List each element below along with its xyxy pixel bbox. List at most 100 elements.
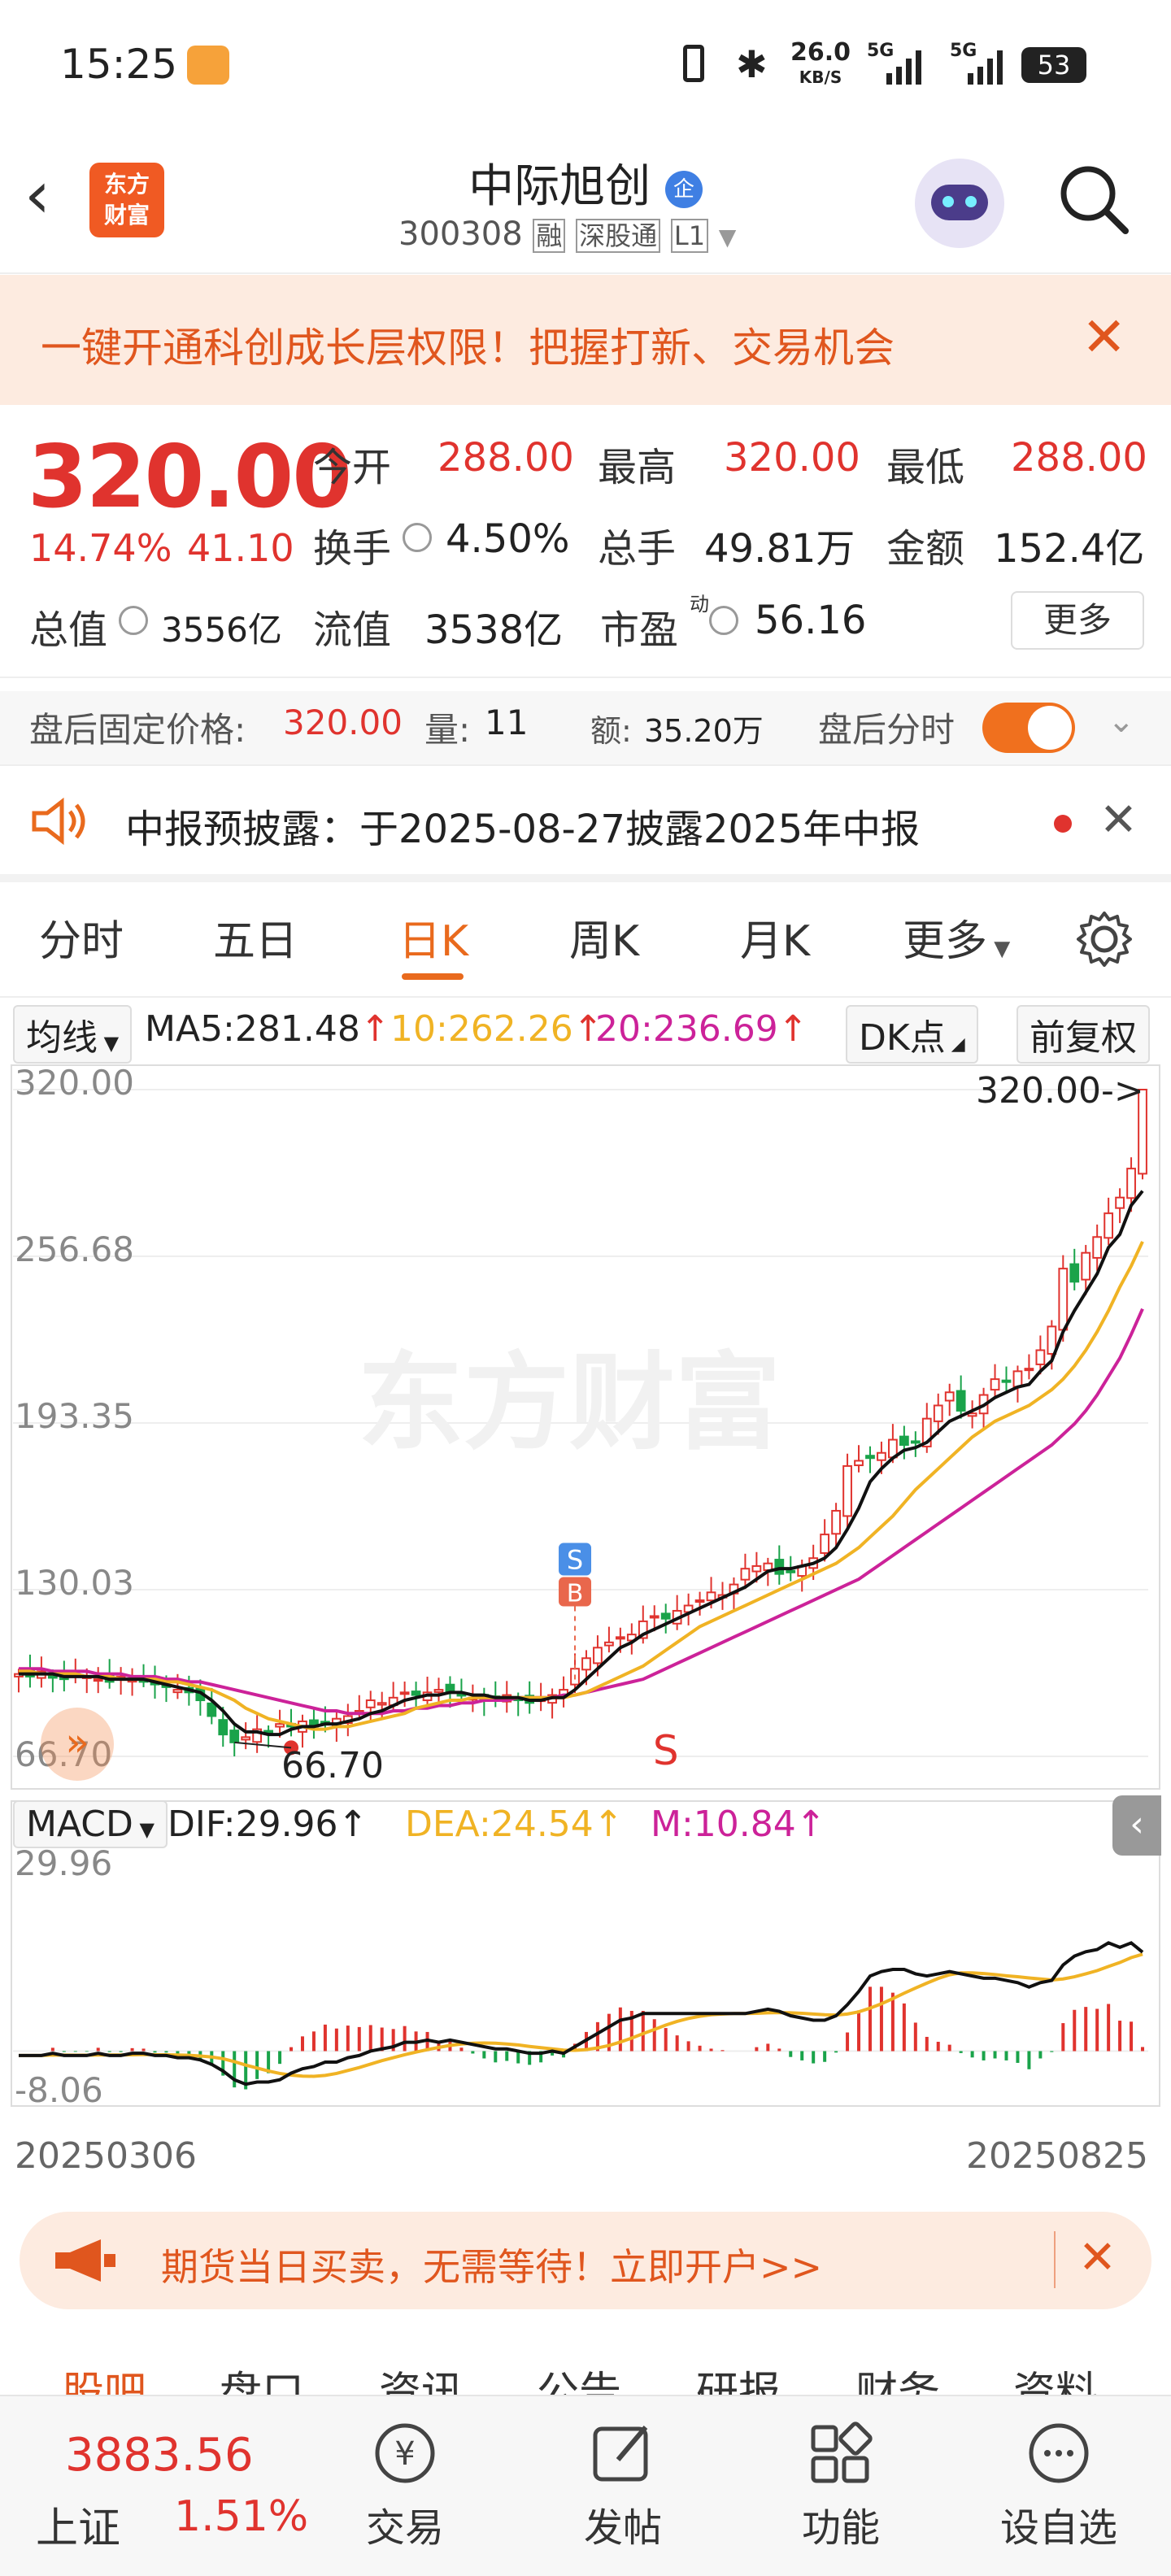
subtab-news[interactable]: 资讯 [379,2358,464,2395]
subtab-finance[interactable]: 财务 [855,2358,940,2395]
subtab-profile[interactable]: 资料 [1013,2358,1098,2395]
y-axis-label: 256.68 [15,1229,134,1269]
speaker-icon [32,797,85,846]
subtab-announcement[interactable]: 公告 [537,2358,621,2395]
candle-body [241,1736,251,1741]
nav-trade[interactable]: ¥ 交易 [324,2421,486,2552]
nav-add-watchlist[interactable]: 设自选 [977,2421,1140,2552]
collapse-panel-icon[interactable]: ‹ [1112,1795,1161,1856]
robot-assistant-icon[interactable] [915,159,1004,248]
pe-sup: 动 [690,593,709,616]
chevron-down-icon[interactable]: ⌄ [1108,703,1135,740]
signal-s-label-2: S [653,1727,679,1774]
info-icon[interactable] [403,523,432,552]
active-tab-indicator [402,973,464,980]
max-price-label: 320.00-> [976,1070,1144,1112]
index-ticker[interactable]: 3883.56 上证 1.51% [0,2396,333,2576]
tab-five-day[interactable]: 五日 [213,907,298,968]
low-label: 最低 [886,445,965,490]
subtab-research[interactable]: 研报 [696,2358,781,2395]
tab-daily-k[interactable]: 日K [398,907,468,968]
more-button[interactable]: 更多 [1011,591,1144,650]
header-divider [0,272,1171,274]
float-value: 3538亿 [424,607,564,653]
tag-level: L1 [670,219,709,253]
search-icon[interactable] [1057,163,1130,236]
dk-point-button[interactable]: DK点 ◢ [846,1005,978,1064]
notice-bar[interactable]: 中报预披露：于2025-08-27披露2025年中报 ✕ [0,772,1171,874]
candle-body [47,1675,58,1679]
candle-body [706,1591,716,1602]
high-value: 320.00 [724,435,860,481]
subtab-guba[interactable]: 股吧 [62,2358,146,2395]
dropdown-icon[interactable]: ▼ [719,224,737,250]
dif-legend: DIF:29.96↑ [168,1804,368,1845]
pe-value: 56.16 [755,598,867,643]
ad-text: 期货当日买卖，无需等待！立即开户>> [161,2245,823,2289]
close-icon-2[interactable]: ✕ [1099,794,1138,846]
after-hours-toggle[interactable] [982,703,1075,753]
nav-function[interactable]: 功能 [760,2421,922,2552]
tab-weekly-k[interactable]: 周K [569,907,639,968]
current-price: 320.00 [28,427,352,527]
candle-body [263,1730,273,1734]
ma-legend-row: 均线 ▼ MA5:281.48↑ 10:262.26↑ 20:236.69↑ D… [0,1000,1171,1064]
candle-body [910,1440,921,1444]
futures-ad-banner[interactable]: 期货当日买卖，无需等待！立即开户>> ✕ [20,2212,1151,2309]
ma-selector[interactable]: 均线 ▼ [13,1005,133,1064]
ma10-legend: 10:262.26↑ [390,1008,603,1050]
candle-body [740,1568,751,1581]
promo-banner[interactable]: 一键开通科创成长层权限！把握打新、交易机会 ✕ [0,275,1171,405]
mktcap-value: 3556亿 [161,610,282,650]
turnover-value: 4.50% [446,516,570,562]
macd-selector[interactable]: MACD ▼ [13,1800,168,1848]
amount-label: 金额 [886,526,965,572]
app-notification-icon [187,46,229,85]
candle-body [615,1636,625,1640]
tab-more[interactable]: 更多 ▼ [903,907,1010,968]
info-icon-3[interactable] [709,606,738,635]
candle-body [1035,1349,1046,1365]
candle-body [774,1559,785,1575]
after-hours-price: 320.00 [283,703,403,742]
candle-body [218,1719,229,1736]
subtab-pankou[interactable]: 盘口 [220,2358,304,2395]
candle-body [1001,1379,1012,1383]
tag-connect: 深股通 [576,219,661,253]
candle-body [694,1599,705,1603]
tab-intraday[interactable]: 分时 [39,907,124,968]
x-end-date: 20250825 [966,2135,1148,2177]
section-gap [0,874,1171,882]
open-label: 今开 [313,445,392,490]
y-axis-label: 320.00 [15,1063,134,1103]
candle-body [1069,1263,1080,1283]
signal-b-label: B [567,1580,584,1608]
edit-icon [593,2426,648,2482]
expand-arrow-icon[interactable]: » [41,1708,114,1781]
kline-chart[interactable]: 东方财富 320.00256.68193.35130.0366.70 SBS 2… [0,1057,1171,2163]
close-icon-3[interactable]: ✕ [1078,2231,1117,2284]
settings-gear-icon[interactable] [1073,908,1135,970]
close-icon[interactable]: ✕ [1082,306,1126,368]
tag-margin: 融 [533,219,566,253]
after-hours-divider [0,764,1171,766]
signal-icon-2 [968,50,1003,85]
triangle-down-icon: ▼ [987,937,1011,961]
nav-post[interactable]: 发帖 [542,2421,704,2552]
dea-legend: DEA:24.54↑ [405,1804,624,1845]
candle-body [411,1690,421,1696]
y-axis-label: 130.03 [15,1563,134,1603]
enterprise-badge: 企 [664,170,703,208]
candle-body [786,1569,796,1573]
candle-body [604,1641,614,1647]
adjust-button[interactable]: 前复权 [1016,1005,1150,1064]
candle-body [365,1699,376,1708]
after-hours-toggle-label: 盘后分时 [818,710,956,750]
tab-monthly-k[interactable]: 月K [740,907,810,968]
macd-y-label: -8.06 [15,2070,103,2110]
candle-body [649,1615,660,1619]
vibrate-icon [683,45,704,82]
status-time: 15:25 [60,41,178,88]
low-value: 288.00 [1011,435,1147,481]
info-icon-2[interactable] [119,606,148,635]
